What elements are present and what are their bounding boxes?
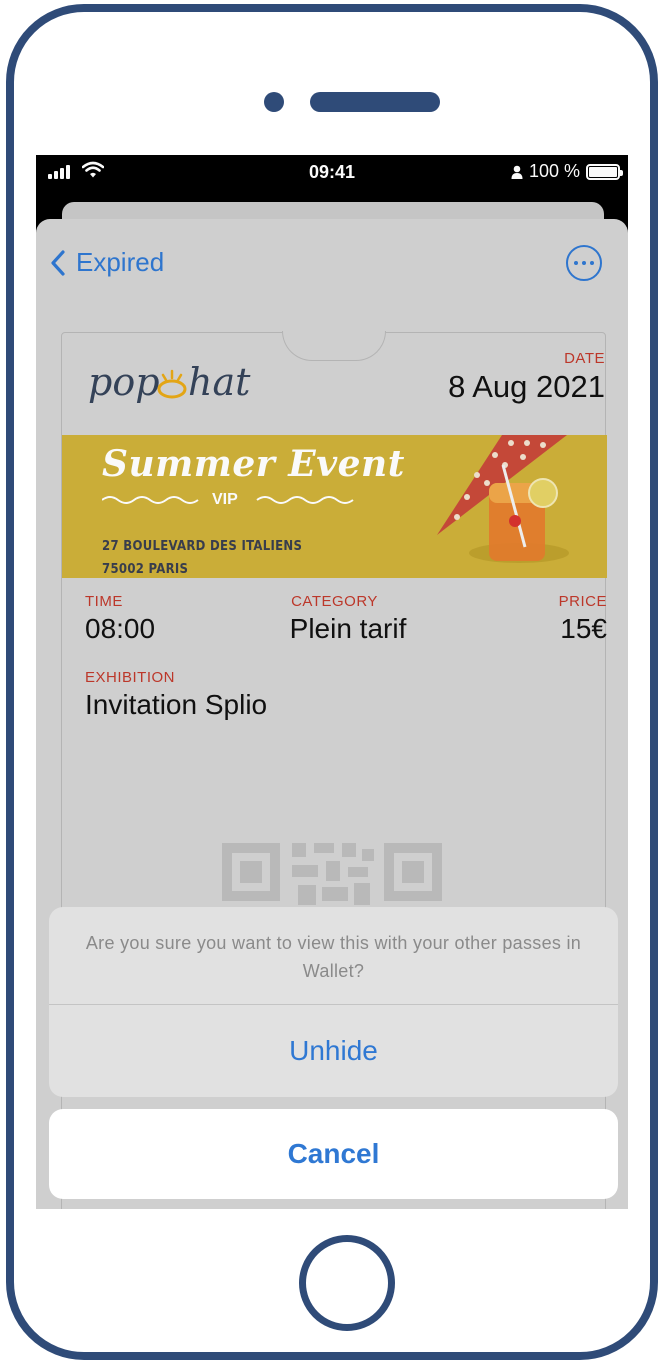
unhide-button[interactable]: Unhide <box>49 1005 618 1097</box>
home-button[interactable] <box>299 1235 395 1331</box>
cancel-button[interactable]: Cancel <box>49 1109 618 1199</box>
action-sheet-message: Are you sure you want to view this with … <box>85 933 582 981</box>
camera-dot <box>264 92 284 112</box>
screen: 09:41 100 % Expired pop hat DATE 8 Aug 2… <box>36 155 628 1209</box>
speaker-grille <box>310 92 440 112</box>
unhide-action-sheet: Are you sure you want to view this with … <box>49 907 618 1097</box>
